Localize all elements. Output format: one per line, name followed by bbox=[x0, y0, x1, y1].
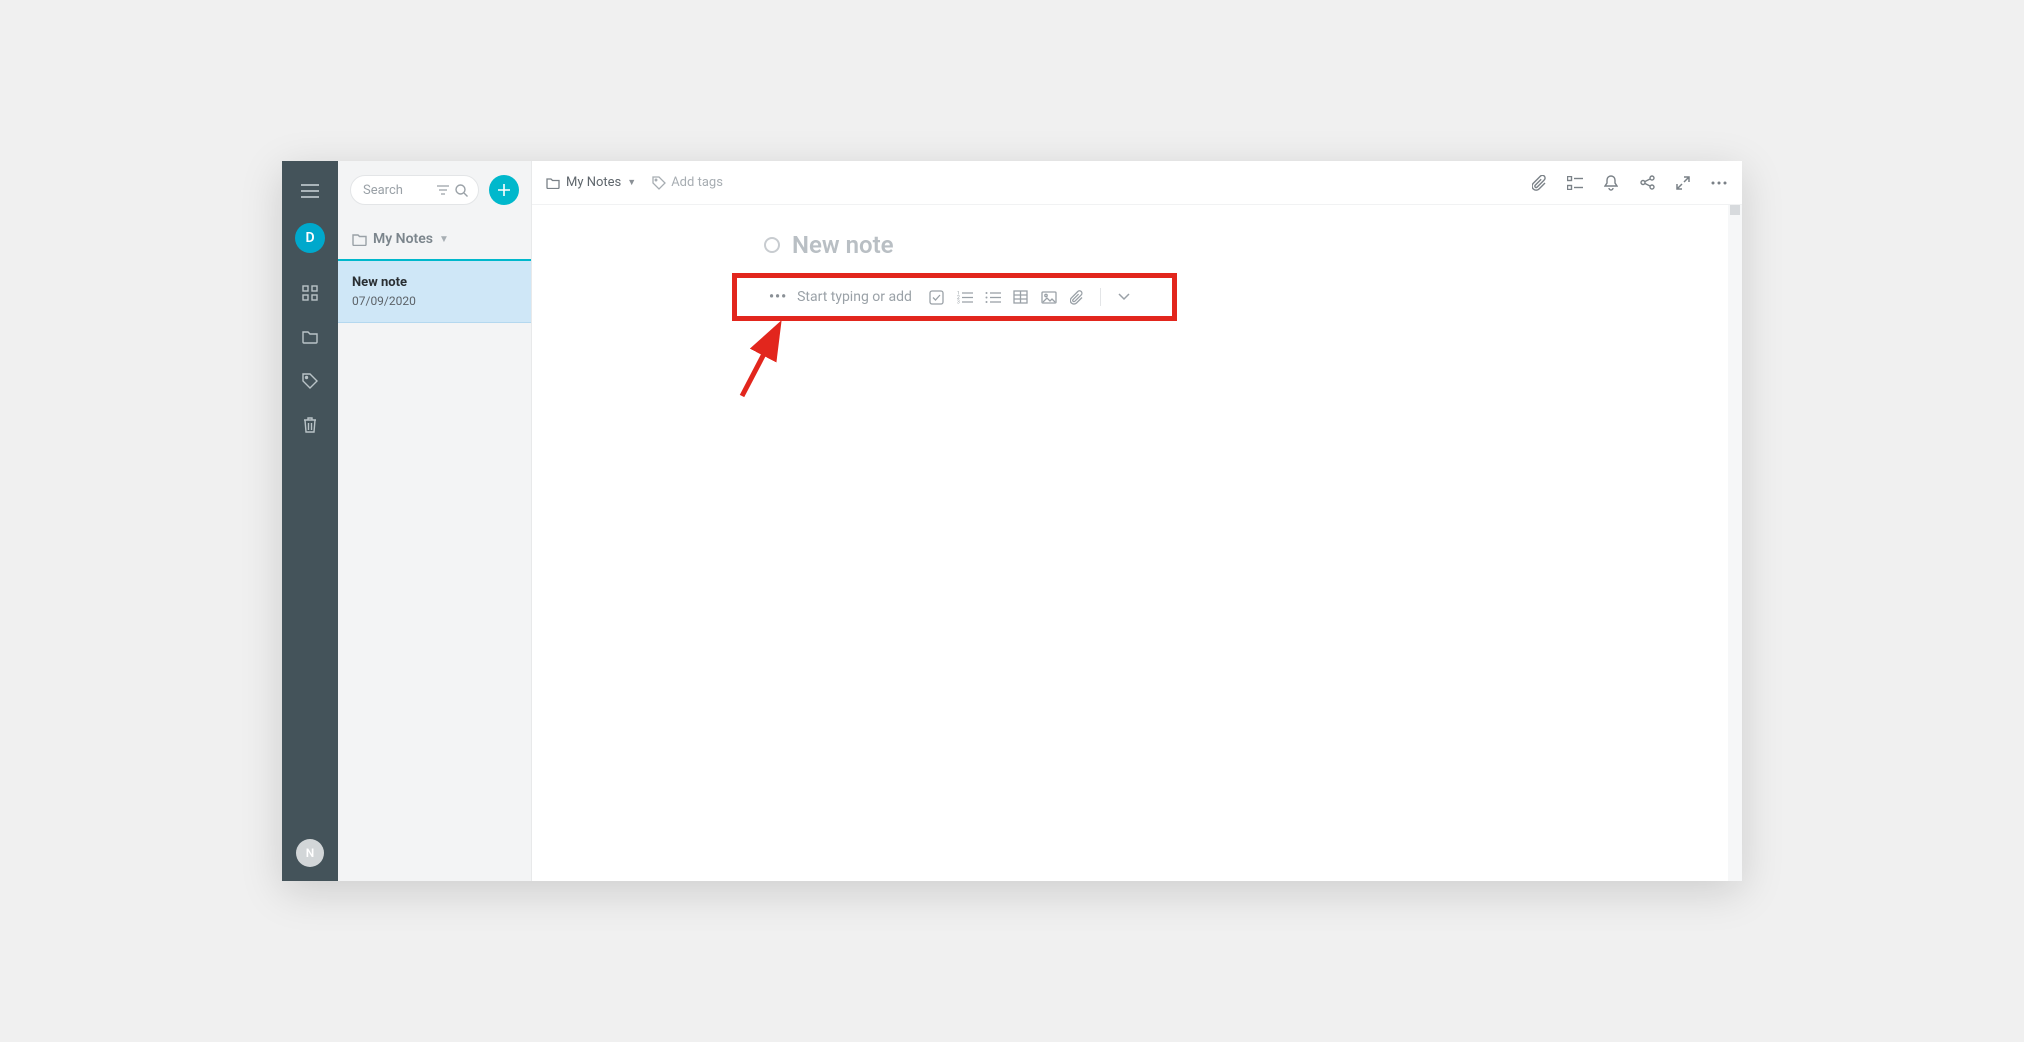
checkbox-icon[interactable] bbox=[928, 288, 946, 306]
search-input[interactable]: Search bbox=[350, 175, 479, 205]
bell-icon[interactable] bbox=[1602, 174, 1620, 192]
note-item-title: New note bbox=[352, 275, 517, 290]
svg-text:3: 3 bbox=[957, 299, 960, 304]
checklist-icon[interactable] bbox=[1566, 174, 1584, 192]
user-initial: D bbox=[305, 230, 314, 246]
scrollbar-track[interactable] bbox=[1728, 205, 1742, 881]
notes-list-panel: Search My Notes ▼ New note 07/09/2020 bbox=[338, 161, 532, 881]
trash-icon[interactable] bbox=[298, 413, 322, 437]
folder-small-icon bbox=[546, 177, 560, 189]
nav-rail: D N bbox=[282, 161, 338, 881]
folder-outline-icon bbox=[352, 233, 367, 246]
add-note-button[interactable] bbox=[489, 175, 519, 205]
folder-header[interactable]: My Notes ▼ bbox=[338, 217, 531, 261]
topbar-actions bbox=[1530, 174, 1728, 192]
search-icon[interactable] bbox=[455, 184, 468, 197]
user-avatar[interactable]: D bbox=[295, 223, 325, 253]
editor-topbar: My Notes ▼ Add tags bbox=[532, 161, 1742, 205]
chevron-down-icon: ▼ bbox=[439, 234, 449, 245]
ordered-list-icon[interactable]: 123 bbox=[956, 288, 974, 306]
toolbar-divider bbox=[1100, 288, 1101, 306]
app-window: D N Search bbox=[282, 161, 1742, 881]
tag-outline-icon bbox=[652, 176, 666, 190]
folder-icon[interactable] bbox=[298, 325, 322, 349]
attach-icon[interactable] bbox=[1068, 288, 1086, 306]
table-icon[interactable] bbox=[1012, 288, 1030, 306]
image-icon[interactable] bbox=[1040, 288, 1058, 306]
body-placeholder: Start typing or add bbox=[797, 289, 912, 305]
workspace-initial: N bbox=[306, 846, 315, 860]
note-title-input[interactable]: New note bbox=[792, 231, 894, 259]
chevron-down-icon[interactable] bbox=[1115, 288, 1133, 306]
scrollbar-thumb[interactable] bbox=[1730, 205, 1740, 215]
menu-icon[interactable] bbox=[298, 179, 322, 203]
list-header: Search bbox=[338, 161, 531, 217]
expand-icon[interactable] bbox=[1674, 174, 1692, 192]
status-circle-icon[interactable] bbox=[764, 237, 780, 253]
attachment-icon[interactable] bbox=[1530, 174, 1548, 192]
breadcrumb-label: My Notes bbox=[566, 175, 621, 190]
bullet-list-icon[interactable] bbox=[984, 288, 1002, 306]
add-tags-button[interactable]: Add tags bbox=[652, 175, 723, 190]
search-placeholder: Search bbox=[363, 183, 431, 198]
annotation-arrow bbox=[732, 321, 792, 401]
filter-icon[interactable] bbox=[437, 185, 449, 195]
share-icon[interactable] bbox=[1638, 174, 1656, 192]
workspace-avatar[interactable]: N bbox=[296, 839, 324, 867]
more-icon[interactable] bbox=[1710, 174, 1728, 192]
chevron-down-icon: ▼ bbox=[627, 177, 636, 188]
editor-pane: My Notes ▼ Add tags bbox=[532, 161, 1742, 881]
note-item-date: 07/09/2020 bbox=[352, 294, 517, 308]
breadcrumb[interactable]: My Notes ▼ bbox=[546, 175, 636, 190]
add-tags-label: Add tags bbox=[671, 175, 723, 190]
note-list-item[interactable]: New note 07/09/2020 bbox=[338, 261, 531, 323]
insert-toolbar: ••• Start typing or add 123 bbox=[732, 273, 1177, 321]
dashboard-icon[interactable] bbox=[298, 281, 322, 305]
note-title-row: New note bbox=[532, 231, 1742, 259]
drag-handle-icon[interactable]: ••• bbox=[769, 289, 787, 305]
tag-icon[interactable] bbox=[298, 369, 322, 393]
editor-body[interactable]: New note ••• Start typing or add 123 bbox=[532, 205, 1742, 881]
folder-label: My Notes bbox=[373, 231, 433, 247]
